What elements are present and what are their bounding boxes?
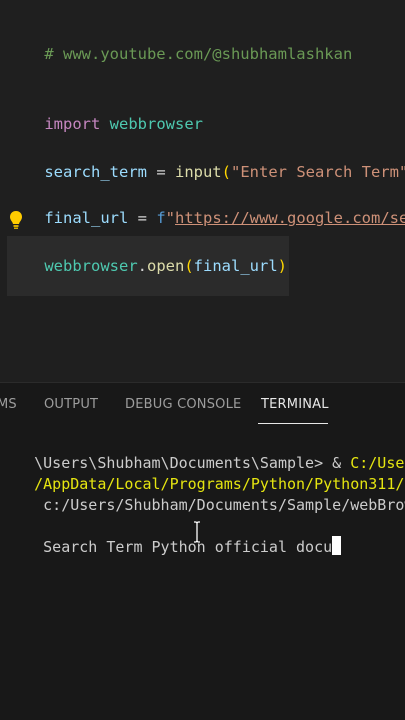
open-function: open [147,257,185,275]
assign-operator: = [128,209,157,227]
code-line-comment[interactable]: # www.youtube.com/@shubhamlashkan [7,24,352,84]
search-term-variable: search_term [44,163,147,181]
search-prompt-string: "Enter Search Term" [231,163,405,181]
assign-operator: = [146,163,175,181]
terminal-input-line[interactable]: Search Term Python official docu [0,516,342,577]
fstring-prefix: f [156,209,166,227]
webbrowser-module: webbrowser [44,257,138,275]
dot-operator: . [137,257,147,275]
tab-terminal[interactable]: TERMINAL [261,397,329,412]
input-function: input [174,163,222,181]
fstring-quote: " [165,209,176,227]
comment-text: # www.youtube.com/@shubhamlashkan [44,45,353,63]
import-module: webbrowser [109,115,203,133]
final-url-variable: final_url [44,209,129,227]
final-url-argument: final_url [193,257,278,275]
lightbulb-icon[interactable] [8,210,24,230]
terminal-input-text: Search Term Python official docu [34,538,333,556]
tab-debug-console[interactable]: DEBUG CONSOLE [125,397,241,412]
terminal-script-path: c:/Users/Shubham/Documents/Sample/webBro… [34,496,405,514]
paren-close: ) [277,257,288,275]
import-keyword: import [44,115,101,133]
bottom-panel: MS OUTPUT DEBUG CONSOLE TERMINAL \Users\… [0,382,405,720]
text-cursor-icon [193,521,201,543]
code-line-webbrowser-open[interactable]: webbrowser.open(final_url) [7,236,290,296]
terminal-cursor [332,536,342,555]
active-tab-indicator [258,423,328,424]
paren-open: ( [184,257,194,275]
code-editor[interactable]: # www.youtube.com/@shubhamlashkan import… [0,0,405,382]
tab-output[interactable]: OUTPUT [44,397,98,412]
paren-open: ( [221,163,231,181]
tab-problems[interactable]: MS [0,397,17,412]
fstring-url-link[interactable]: https://www.google.com/search [175,209,405,227]
panel-tabs: MS OUTPUT DEBUG CONSOLE TERMINAL [0,383,405,427]
